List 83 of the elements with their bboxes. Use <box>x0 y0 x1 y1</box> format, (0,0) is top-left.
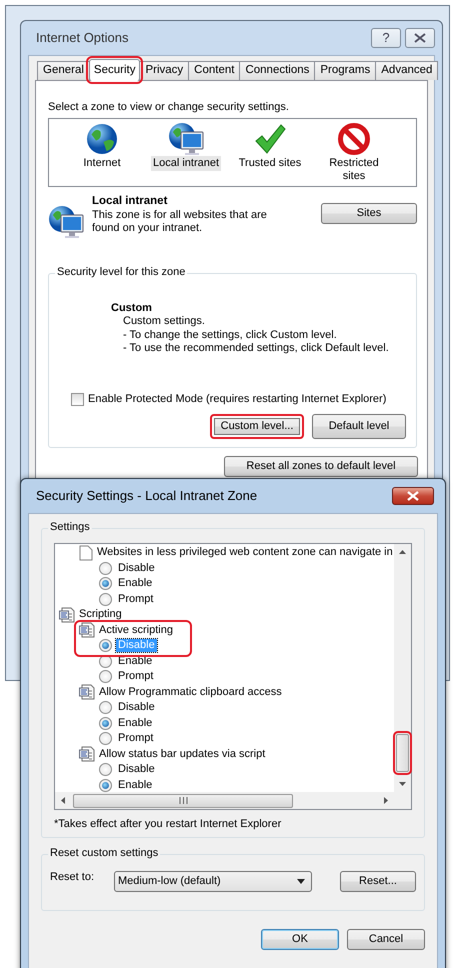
vertical-scrollbar[interactable] <box>394 544 411 792</box>
radio-button[interactable] <box>99 639 112 652</box>
cancel-button[interactable]: Cancel <box>347 929 425 950</box>
footnote-text: *Takes effect after you restart Internet Explorer <box>54 818 282 832</box>
level-description: - To use the recommended settings, click Default level. <box>122 342 390 356</box>
radio-button[interactable] <box>99 670 112 684</box>
tab[interactable]: Connections <box>239 61 316 80</box>
zone-item[interactable]: Local intranet <box>150 156 222 171</box>
grip-icon <box>178 797 188 804</box>
radio-button[interactable] <box>99 732 112 746</box>
script-icon <box>79 622 95 638</box>
radio-label: Prompt <box>117 732 154 746</box>
script-icon <box>79 684 95 700</box>
zone-item[interactable]: Trusted sites <box>236 156 304 171</box>
radio-button[interactable] <box>99 716 112 730</box>
radio-label: Enable <box>117 778 154 792</box>
globe-icon <box>85 122 119 156</box>
radio-button[interactable] <box>99 592 112 606</box>
radio-label: Disable <box>116 639 157 652</box>
field-label: Reset to: <box>50 871 96 884</box>
radio-button[interactable] <box>99 763 112 776</box>
scroll-right-icon <box>384 797 388 804</box>
script-icon <box>59 606 75 623</box>
scrollbar-thumb[interactable] <box>396 734 409 772</box>
ok-button[interactable]: OK <box>261 929 339 950</box>
tab[interactable]: Advanced <box>375 61 438 80</box>
scrollbar-thumb[interactable] <box>73 794 293 808</box>
tab[interactable]: Privacy <box>139 61 190 80</box>
tab[interactable]: Security <box>88 59 140 81</box>
globe-computer-icon <box>168 122 204 156</box>
checkmark-icon <box>253 122 287 156</box>
close-button[interactable] <box>392 487 434 505</box>
radio-label: Enable <box>117 577 154 590</box>
category-label: Scripting <box>79 608 122 622</box>
radio-button[interactable] <box>99 701 112 714</box>
reset-level-dropdown[interactable]: Medium-low (default) <box>114 871 312 892</box>
setting-label: Allow status bar updates via script <box>99 748 266 761</box>
window-title: Internet Options <box>36 30 128 46</box>
radio-label: Prompt <box>117 670 154 684</box>
help-button[interactable]: ? <box>371 28 401 48</box>
script-icon <box>79 746 95 762</box>
radio-label: Prompt <box>117 592 154 606</box>
zone-name: Local intranet <box>92 195 168 210</box>
level-name: Custom <box>111 302 153 316</box>
tab[interactable]: Content <box>188 61 240 80</box>
group-label: Settings <box>48 521 92 534</box>
radio-label: Disable <box>117 562 156 575</box>
level-button[interactable]: Custom level... <box>210 414 304 440</box>
tab[interactable]: Programs <box>314 61 376 80</box>
level-button[interactable]: Default level <box>312 414 406 440</box>
dropdown-arrow-icon <box>297 879 305 884</box>
zone-description: This zone is for all websites that are found on your intranet. <box>92 209 267 236</box>
setting-label: Websites in less privileged web content zone can navigate in <box>97 546 393 560</box>
scroll-left-icon <box>61 797 65 804</box>
close-button[interactable] <box>405 28 435 48</box>
group-label: Security level for this zone <box>55 266 188 280</box>
sites-button[interactable]: Sites <box>321 203 417 224</box>
reset-all-button[interactable]: Reset all zones to default level <box>224 456 418 477</box>
no-entry-icon <box>337 122 371 156</box>
close-icon <box>407 491 419 501</box>
level-description: - To change the settings, click Custom level. <box>122 328 338 342</box>
checkbox[interactable] <box>71 393 84 406</box>
radio-label: Enable <box>117 716 154 730</box>
close-icon <box>414 33 426 43</box>
setting-label: Active scripting <box>99 624 173 637</box>
group-label: Reset custom settings <box>48 847 160 860</box>
zone-item[interactable]: Internet <box>81 156 123 171</box>
instruction-text: Select a zone to view or change security settings. <box>48 100 290 114</box>
window-title: Security Settings - Local Intranet Zone <box>36 488 258 504</box>
radio-button[interactable] <box>99 562 112 575</box>
zone-item[interactable]: Restricted sites <box>315 156 393 184</box>
checkbox-label: Enable Protected Mode (requires restarting Internet Explorer) <box>88 393 386 406</box>
tab[interactable]: General <box>37 61 90 80</box>
level-description: Custom settings. <box>122 315 206 329</box>
globe-computer-icon <box>48 205 84 240</box>
radio-button[interactable] <box>99 577 112 590</box>
scroll-down-icon <box>399 782 406 786</box>
radio-button[interactable] <box>99 778 112 792</box>
radio-label: Disable <box>117 701 156 714</box>
horizontal-scrollbar[interactable] <box>55 792 394 809</box>
setting-label: Allow Programmatic clipboard access <box>99 686 282 699</box>
reset-button[interactable]: Reset... <box>340 871 416 892</box>
radio-label: Disable <box>117 763 156 776</box>
